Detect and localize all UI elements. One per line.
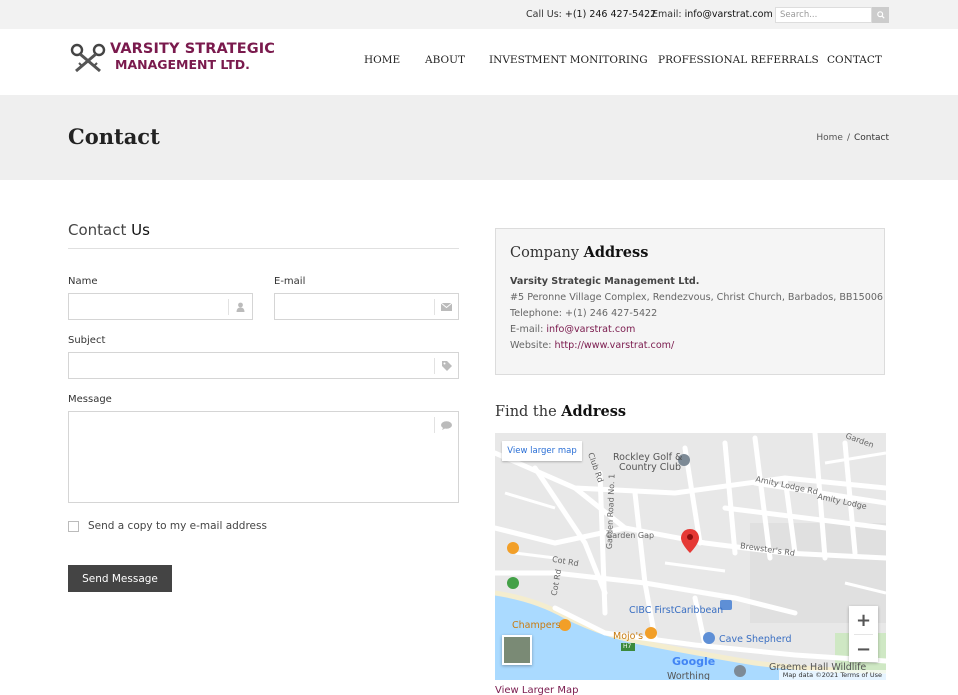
google-logo: Google: [672, 655, 715, 668]
website-link[interactable]: http://www.varstrat.com/: [555, 340, 675, 351]
name-field[interactable]: [68, 293, 253, 320]
email-field-label: E-mail: [274, 276, 306, 287]
search-placeholder: Search...: [780, 10, 818, 20]
logo-line-1: VARSITY STRATEGIC: [110, 41, 275, 57]
breadcrumb-current: Contact: [853, 133, 889, 143]
find-heading-light: Find the: [495, 404, 557, 420]
email-text: Email: info@varstrat.com: [652, 9, 773, 20]
email-field[interactable]: [274, 293, 459, 320]
map-label-worthing: Worthing: [667, 671, 710, 680]
telephone-label: Telephone:: [510, 308, 562, 319]
telephone-value: +(1) 246 427-5422: [565, 308, 658, 319]
page-title: Contact: [68, 124, 160, 149]
view-larger-map-button[interactable]: View larger map: [502, 441, 582, 461]
google-logo-text: Google: [672, 655, 716, 668]
website-label: Website:: [510, 340, 552, 351]
map-label-cave-shepherd: Cave Shepherd: [719, 634, 792, 645]
message-label: Message: [68, 394, 112, 405]
logo-keys-icon: [70, 43, 106, 73]
divider: [68, 248, 459, 249]
subject-label: Subject: [68, 335, 106, 346]
satellite-toggle[interactable]: [502, 635, 532, 665]
search-icon: [876, 11, 885, 19]
user-icon: [228, 299, 252, 315]
nav-investment-monitoring[interactable]: INVESTMENT MONITORING: [489, 54, 648, 66]
map-label-champers: Champers: [512, 620, 561, 631]
map-label-cibc: CIBC FirstCaribbean: [629, 605, 724, 616]
company-email-label: E-mail:: [510, 324, 544, 335]
message-textarea[interactable]: [68, 411, 459, 503]
breadcrumb-home[interactable]: Home: [816, 133, 843, 143]
contact-heading-light: Contact: [68, 221, 127, 239]
contact-heading: Contact Us: [68, 221, 150, 239]
nav-contact[interactable]: CONTACT: [827, 54, 882, 66]
find-heading-bold: Address: [561, 403, 627, 420]
comment-icon: [434, 417, 458, 433]
call-number: +(1) 246 427-5422: [564, 9, 657, 20]
email-label: Email:: [652, 9, 682, 20]
map-road-h7: H7: [623, 643, 632, 650]
call-label: Call Us:: [526, 9, 562, 20]
envelope-icon: [434, 299, 458, 315]
logo[interactable]: VARSITY STRATEGIC MANAGEMENT LTD.: [68, 40, 278, 76]
send-copy-checkbox[interactable]: [68, 521, 79, 532]
company-telephone: Telephone: +(1) 246 427-5422: [510, 308, 657, 319]
call-us-text: Call Us: +(1) 246 427-5422: [526, 9, 656, 20]
company-website: Website: http://www.varstrat.com/: [510, 340, 674, 351]
nav-professional-referrals[interactable]: PROFESSIONAL REFERRALS: [658, 54, 819, 66]
company-address-box: Company Address Varsity Strategic Manage…: [495, 228, 885, 375]
search-input[interactable]: Search...: [775, 7, 872, 23]
site-header: VARSITY STRATEGIC MANAGEMENT LTD. HOME A…: [0, 29, 958, 95]
zoom-in-button[interactable]: +: [849, 606, 878, 634]
company-heading: Company Address: [510, 244, 648, 261]
contact-heading-bold: Us: [131, 221, 150, 239]
send-message-label: Send Message: [82, 572, 158, 585]
company-street-address: #5 Peronne Village Complex, Rendezvous, …: [510, 292, 884, 303]
breadcrumb: Home / Contact: [816, 133, 889, 143]
top-bar: Call Us: +(1) 246 427-5422 Email: info@v…: [0, 0, 958, 29]
page-title-band: Contact Home / Contact: [0, 95, 958, 180]
send-copy-label[interactable]: Send a copy to my e-mail address: [88, 520, 267, 532]
tag-icon: [434, 358, 458, 374]
map-zoom-control: + −: [849, 606, 878, 662]
company-name: Varsity Strategic Management Ltd.: [510, 276, 700, 287]
company-heading-bold: Address: [583, 244, 649, 261]
map-attribution[interactable]: Map data ©2021 Terms of Use: [778, 670, 886, 680]
name-label: Name: [68, 276, 98, 287]
map-label-golf-2: Country Club: [619, 462, 682, 473]
map-label-mojos: Mojo's: [613, 631, 644, 642]
nav-about[interactable]: ABOUT: [425, 54, 465, 66]
zoom-out-button[interactable]: −: [849, 635, 878, 663]
google-map[interactable]: View larger map Rockley Golf & Country C…: [495, 433, 886, 680]
view-larger-map-link[interactable]: View Larger Map: [495, 685, 578, 695]
send-message-button[interactable]: Send Message: [68, 565, 172, 592]
nav-home[interactable]: HOME: [364, 54, 400, 66]
breadcrumb-separator: /: [846, 133, 850, 143]
search-button[interactable]: [872, 7, 889, 23]
company-email-link[interactable]: info@varstrat.com: [546, 324, 635, 335]
company-email: E-mail: info@varstrat.com: [510, 324, 635, 335]
subject-field[interactable]: [68, 352, 459, 379]
view-larger-map-label: View larger map: [507, 446, 577, 456]
company-heading-light: Company: [510, 245, 580, 261]
email-address[interactable]: info@varstrat.com: [685, 9, 773, 20]
logo-line-2: MANAGEMENT LTD.: [115, 57, 250, 72]
find-address-heading: Find the Address: [495, 403, 626, 420]
